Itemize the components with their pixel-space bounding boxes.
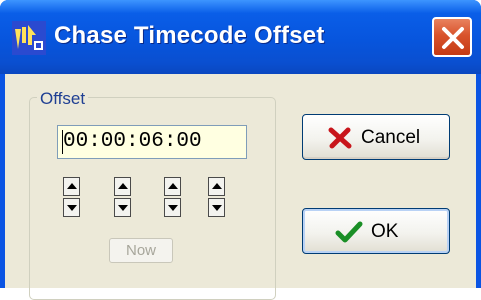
- ok-button[interactable]: OK: [302, 208, 450, 254]
- minutes-spinner[interactable]: [114, 177, 131, 217]
- title-bar[interactable]: Chase Timecode Offset: [0, 0, 481, 74]
- text-caret: [62, 130, 63, 154]
- dialog-body: Offset 00:00:06:00 Now Cancel OK: [5, 74, 476, 300]
- timecode-offset-field[interactable]: 00:00:06:00: [57, 125, 247, 159]
- arrow-down-icon[interactable]: [164, 198, 181, 217]
- arrow-down-icon[interactable]: [208, 198, 225, 217]
- arrow-up-icon[interactable]: [164, 177, 181, 196]
- arrow-down-icon[interactable]: [114, 198, 131, 217]
- arrow-up-icon[interactable]: [208, 177, 225, 196]
- dialog-window: Chase Timecode Offset Offset 00:00:06:00: [0, 0, 481, 300]
- app-icon: [12, 21, 46, 55]
- arrow-down-icon[interactable]: [63, 198, 80, 217]
- cancel-button[interactable]: Cancel: [302, 114, 450, 160]
- arrow-up-icon[interactable]: [63, 177, 80, 196]
- window-title: Chase Timecode Offset: [54, 22, 325, 49]
- close-icon: [442, 27, 464, 49]
- x-icon: [328, 127, 352, 149]
- ok-label: OK: [371, 221, 399, 242]
- checkmark-icon: [335, 221, 363, 243]
- close-button[interactable]: [432, 17, 472, 57]
- arrow-up-icon[interactable]: [114, 177, 131, 196]
- cancel-label: Cancel: [361, 127, 421, 148]
- now-button[interactable]: Now: [109, 238, 173, 263]
- seconds-spinner[interactable]: [164, 177, 181, 217]
- hours-spinner[interactable]: [63, 177, 80, 217]
- frames-spinner[interactable]: [208, 177, 225, 217]
- offset-group-label: Offset: [37, 89, 89, 109]
